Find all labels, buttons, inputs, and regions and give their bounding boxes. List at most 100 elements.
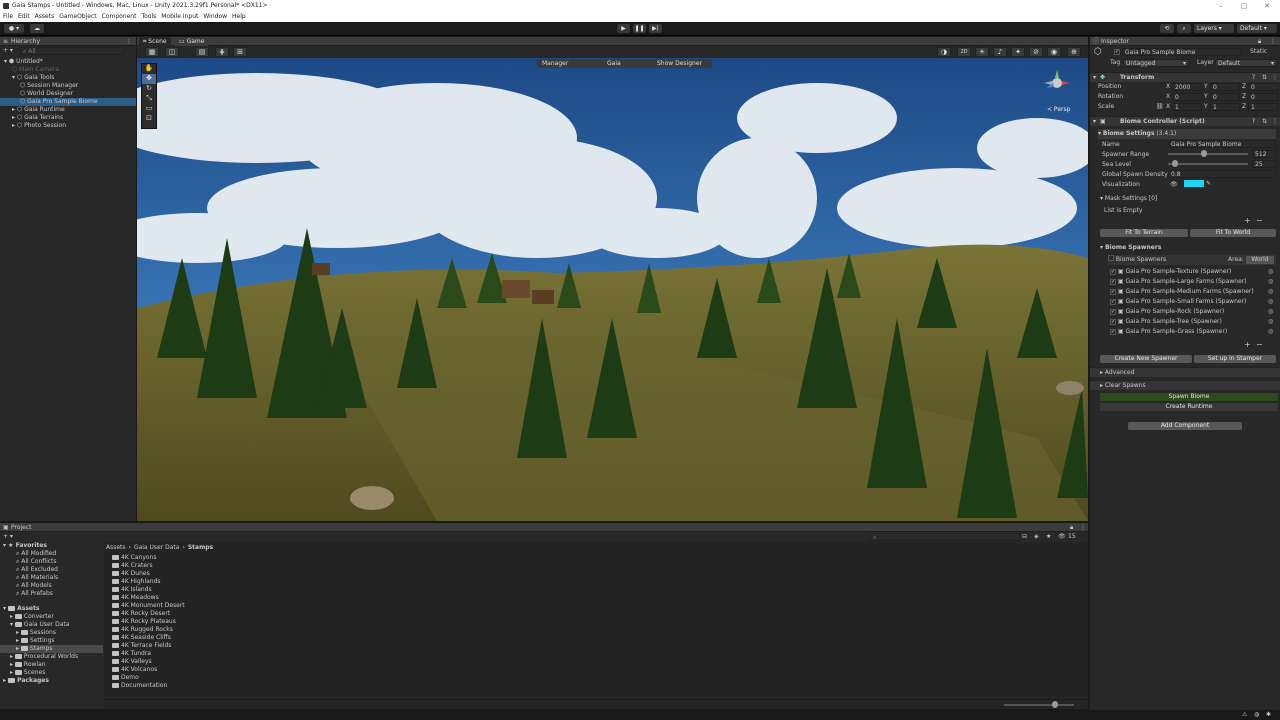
folder-item[interactable]: 4K Dunes [112,570,185,578]
folder-item[interactable]: 4K Rocky Plateaus [112,618,185,626]
gizmos-icon[interactable]: ⊕ [1067,47,1081,57]
object-picker-icon[interactable]: ◎ [1268,277,1273,287]
biome-controller-header[interactable]: ▾ ▣ Biome Controller (Script) ? ⇅ ⋮ [1090,116,1280,126]
filter-type-icon[interactable]: ⊟ [1022,532,1027,542]
asset-folder-item[interactable]: ▸ Procedural Worlds [0,653,103,661]
asset-folder-item[interactable]: ▸ Stamps [0,645,103,653]
object-picker-icon[interactable]: ◎ [1268,317,1273,327]
spawner-range-field[interactable]: 512 [1252,150,1276,158]
scale-z-field[interactable]: 1 [1248,103,1278,111]
hierarchy-item[interactable]: ⬡ Session Manager [0,82,136,90]
menu-mobile-input[interactable]: Mobile Input [161,12,198,22]
add-icon[interactable]: + ▾ [3,46,13,56]
spawn-density-field[interactable]: 0.8 [1168,170,1276,178]
scale-tool-icon[interactable]: ⤡ [142,94,156,104]
folder-item[interactable]: 4K Highlands [112,578,185,586]
mask-settings-foldout[interactable]: ▾ Mask Settings [0] [1100,194,1276,204]
move-tool-icon[interactable]: ✥ [142,74,156,84]
menu-edit[interactable]: Edit [18,12,30,22]
object-picker-icon[interactable]: ◎ [1268,287,1273,297]
create-runtime-button[interactable]: Create Runtime [1100,403,1278,411]
hierarchy-item[interactable]: ▾ ⬢ Untitled* [0,58,136,66]
hierarchy-item[interactable]: ▸ ⬡ Gaia Terrains [0,114,136,122]
advanced-foldout[interactable]: ▸ Advanced [1090,367,1280,377]
hierarchy-search[interactable]: ⌕ All [20,47,124,55]
spawner-row[interactable]: ✓ ▣ Gaia Pro Sample-Medium Farms (Spawne… [1110,287,1276,297]
camera-icon[interactable]: ◉ [1047,47,1061,57]
folder-item[interactable]: 4K Canyons [112,554,185,562]
debug-icon[interactable]: ✱ [1266,711,1271,718]
hierarchy-item[interactable]: ⬡ Main Camera [0,66,136,74]
object-picker-icon[interactable]: ◎ [1268,297,1273,307]
hierarchy-item[interactable]: ▸ ⬡ Photo Session [0,122,136,130]
fit-to-terrain-button[interactable]: Fit To Terrain [1100,229,1188,237]
remove-spawner-icon[interactable]: − [1256,340,1263,349]
show-designer-button[interactable]: Show Designer [657,59,702,68]
object-picker-icon[interactable]: ◎ [1268,267,1273,277]
more-icon[interactable]: ⋮ [1080,523,1086,532]
spawner-row[interactable]: ✓ ▣ Gaia Pro Sample-Large Farms (Spawner… [1110,277,1276,287]
inspector-tab[interactable]: Inspector [1101,37,1129,46]
more-icon[interactable]: ⋮ [1270,37,1276,46]
icon-size-knob[interactable] [1052,701,1058,708]
account-button[interactable]: ● ▾ [4,24,24,33]
hierarchy-item[interactable]: ⬡ Gaia Pro Sample Biome [0,98,136,106]
favorite-item[interactable]: ⌕ All Prefabs [0,590,103,598]
rect-tool-icon[interactable]: ▭ [142,104,156,114]
folder-item[interactable]: 4K Rocky Desert [112,610,185,618]
position-x-field[interactable]: 2000 [1172,83,1202,91]
lighting-icon[interactable]: ☀ [975,47,989,57]
folder-item[interactable]: 4K Meadows [112,594,185,602]
add-mask-icon[interactable]: + [1244,216,1251,225]
sea-level-knob[interactable] [1171,160,1178,167]
tab-scene[interactable]: ⌗ Scene [139,37,171,46]
spawner-row[interactable]: ✓ ▣ Gaia Pro Sample-Small Farms (Spawner… [1110,297,1276,307]
snap-icon[interactable]: ⋕ [215,47,229,57]
folder-item[interactable]: 4K Islands [112,586,185,594]
folder-item[interactable]: 4K Valleys [112,658,185,666]
menu-component[interactable]: Component [102,12,137,22]
project-tab[interactable]: Project [11,523,32,532]
asset-folder-item[interactable]: ▸ Settings [0,637,103,645]
spawner-range-knob[interactable] [1201,150,1208,157]
hidden-objects-icon[interactable]: ⊘ [1029,47,1043,57]
folder-item[interactable]: Demo [112,674,185,682]
folder-item[interactable]: Documentation [112,682,185,690]
tag-dropdown[interactable]: Untagged ▾ [1123,59,1189,67]
object-picker-icon[interactable]: ◎ [1268,307,1273,317]
folder-item[interactable]: 4K Volcanos [112,666,185,674]
active-checkbox[interactable]: ✓ [1114,49,1120,55]
lock-icon[interactable]: 🔒︎ [1258,37,1261,46]
lock-icon[interactable]: 🔒︎ [1070,523,1073,532]
eye-icon[interactable]: 👁︎ [1170,181,1178,188]
spawner-row[interactable]: ✓ ▣ Gaia Pro Sample-Tree (Spawner) ◎ [1110,317,1276,327]
eyedropper-icon[interactable]: ✎ [1206,180,1211,187]
sea-level-slider[interactable] [1168,163,1248,165]
folder-item[interactable]: 4K Tundra [112,650,185,658]
spawner-range-slider[interactable] [1168,153,1248,155]
history-icon[interactable]: ⟲ [1160,24,1174,33]
favorite-item[interactable]: ⌕ All Modified [0,550,103,558]
breadcrumb-item[interactable]: Gaia User Data [134,544,180,551]
project-search[interactable]: ⌕ [870,533,1020,541]
menu-window[interactable]: Window [203,12,227,22]
assets-foldout[interactable]: ▾ Assets [0,605,103,613]
manager-button[interactable]: Manager [542,59,568,68]
visualization-color[interactable] [1184,180,1204,187]
spawn-biome-button[interactable]: Spawn Biome [1100,393,1278,401]
pause-button[interactable]: ❚❚ [633,24,646,33]
scale-x-field[interactable]: 1 [1172,103,1202,111]
create-new-spawner-button[interactable]: Create New Spawner [1100,355,1192,363]
add-component-button[interactable]: Add Component [1128,422,1242,430]
link-icon[interactable]: ⛓ [1156,102,1164,112]
rotation-z-field[interactable]: 0 [1248,93,1278,101]
transform-tool-icon[interactable]: ⊡ [142,114,156,124]
pivot-icon[interactable]: ◫ [165,47,179,57]
menu-help[interactable]: Help [232,12,246,22]
scale-y-field[interactable]: 1 [1210,103,1240,111]
progress-icon[interactable]: ◍ [1254,711,1259,718]
filter-label-icon[interactable]: ◈ [1034,532,1039,542]
asset-folder-item[interactable]: ▾ Gaia User Data [0,621,103,629]
grid-icon[interactable]: ▤ [195,47,209,57]
position-z-field[interactable]: 0 [1248,83,1278,91]
